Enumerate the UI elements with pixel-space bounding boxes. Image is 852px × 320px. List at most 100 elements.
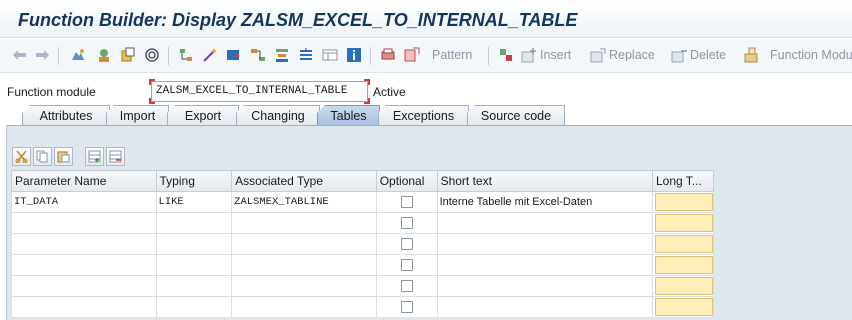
delete-button[interactable]: Delete — [671, 45, 726, 65]
stack-icon[interactable] — [298, 45, 314, 65]
copy-icon[interactable] — [33, 147, 52, 166]
delete-row-icon[interactable] — [106, 147, 125, 166]
long-text-button[interactable] — [654, 193, 713, 211]
status-label: Active — [373, 85, 406, 99]
long-text-button[interactable] — [654, 298, 713, 316]
column-header-associated-type[interactable]: Associated Type — [231, 170, 377, 192]
optional-checkbox[interactable] — [400, 196, 413, 209]
associated-type-cell[interactable] — [231, 275, 377, 297]
grid-toolbar — [12, 147, 125, 167]
info-icon[interactable] — [346, 45, 362, 65]
application-toolbar: Pattern Insert Replace Delete Function M… — [0, 39, 852, 73]
delete-label: Delete — [690, 48, 727, 62]
insert-row-icon[interactable] — [85, 147, 104, 166]
associated-type-cell[interactable] — [231, 296, 377, 318]
sort-icon[interactable] — [498, 45, 514, 65]
typing-cell[interactable] — [155, 233, 233, 255]
parameter-name-cell[interactable] — [11, 296, 157, 318]
long-text-button[interactable] — [654, 214, 713, 232]
column-header-long-text[interactable]: Long T... — [651, 170, 715, 192]
where-used-icon[interactable] — [144, 45, 160, 65]
associated-type-cell[interactable]: ZALSMEX_TABLINE — [231, 191, 377, 213]
typing-cell[interactable] — [155, 275, 233, 297]
long-text-button[interactable] — [654, 277, 713, 295]
table-row — [11, 233, 715, 255]
tab-tables[interactable]: Tables — [317, 105, 380, 125]
typing-cell[interactable]: LIKE — [155, 191, 233, 213]
hierarchy-icon[interactable] — [178, 45, 194, 65]
long-text-cell — [651, 275, 715, 297]
typing-cell[interactable] — [155, 296, 233, 318]
optional-checkbox[interactable] — [400, 238, 413, 251]
layout-icon[interactable] — [322, 45, 338, 65]
short-text-cell[interactable] — [436, 233, 653, 255]
display-change-icon[interactable] — [70, 45, 86, 65]
insert-button[interactable]: Insert — [521, 45, 571, 65]
function-module-label: Function Modu — [770, 48, 852, 62]
function-module-row: Function module ZALSM_EXCEL_TO_INTERNAL_… — [0, 79, 852, 104]
tab-attributes[interactable]: Attributes — [22, 105, 110, 125]
tab-changing[interactable]: Changing — [236, 105, 320, 125]
back-arrow-icon[interactable] — [12, 45, 28, 65]
parameter-name-cell[interactable] — [11, 212, 157, 234]
tab-import[interactable]: Import — [106, 105, 169, 125]
optional-checkbox[interactable] — [400, 259, 413, 272]
table-row — [11, 275, 715, 297]
associated-type-cell[interactable] — [231, 233, 377, 255]
parameter-name-cell[interactable] — [11, 254, 157, 276]
column-header-short-text[interactable]: Short text — [436, 170, 653, 192]
typing-cell[interactable] — [155, 254, 233, 276]
optional-cell — [375, 254, 438, 276]
parameter-name-cell[interactable] — [11, 233, 157, 255]
optional-cell — [375, 191, 438, 213]
column-header-parameter-name[interactable]: Parameter Name — [11, 170, 157, 192]
replace-button[interactable]: Replace — [590, 45, 655, 65]
long-text-button[interactable] — [654, 235, 713, 253]
tab-export[interactable]: Export — [167, 105, 239, 125]
optional-checkbox[interactable] — [400, 301, 413, 314]
cut-icon[interactable] — [12, 147, 31, 166]
pattern-button[interactable]: Pattern — [404, 45, 472, 65]
where-used-list-icon[interactable] — [250, 45, 266, 65]
magic-wand-icon[interactable] — [202, 45, 218, 65]
short-text-cell[interactable] — [436, 254, 653, 276]
forward-arrow-icon[interactable] — [34, 45, 50, 65]
short-text-cell[interactable] — [436, 296, 653, 318]
optional-cell — [375, 296, 438, 318]
long-text-button[interactable] — [654, 256, 713, 274]
function-module-field-label: Function module — [7, 85, 96, 99]
other-object-icon[interactable] — [96, 45, 112, 65]
column-header-typing[interactable]: Typing — [155, 170, 233, 192]
column-header-optional[interactable]: Optional — [375, 170, 438, 192]
paste-icon[interactable] — [54, 147, 73, 166]
typing-cell[interactable] — [155, 212, 233, 234]
tab-source-code[interactable]: Source code — [467, 105, 565, 125]
long-text-cell — [651, 212, 715, 234]
replace-label: Replace — [609, 48, 655, 62]
short-text-cell[interactable]: Interne Tabelle mit Excel-Daten — [436, 191, 653, 213]
associated-type-cell[interactable] — [231, 212, 377, 234]
test-execute-icon[interactable] — [226, 45, 242, 65]
associated-type-cell[interactable] — [231, 254, 377, 276]
tab-exceptions[interactable]: Exceptions — [378, 105, 469, 125]
tab-strip: Attributes Import Export Changing Tables… — [6, 105, 852, 125]
tables-parameter-grid: Parameter Name Typing Associated Type Op… — [11, 170, 715, 318]
table-row — [11, 212, 715, 234]
table-row — [11, 296, 715, 318]
long-text-cell — [651, 191, 715, 213]
pattern-label: Pattern — [432, 48, 473, 62]
structure-icon[interactable] — [274, 45, 290, 65]
optional-checkbox[interactable] — [400, 217, 413, 230]
title-bar: Function Builder: Display ZALSM_EXCEL_TO… — [0, 0, 852, 38]
short-text-cell[interactable] — [436, 212, 653, 234]
parameter-name-cell[interactable]: IT_DATA — [11, 191, 157, 213]
pretty-printer-icon[interactable] — [380, 45, 396, 65]
function-module-button[interactable]: Function Modu — [744, 45, 852, 65]
optional-cell — [375, 233, 438, 255]
short-text-cell[interactable] — [436, 275, 653, 297]
long-text-cell — [651, 254, 715, 276]
parameter-name-cell[interactable] — [11, 275, 157, 297]
optional-checkbox[interactable] — [400, 280, 413, 293]
function-module-field[interactable]: ZALSM_EXCEL_TO_INTERNAL_TABLE — [151, 81, 368, 102]
active-inactive-icon[interactable] — [120, 45, 136, 65]
